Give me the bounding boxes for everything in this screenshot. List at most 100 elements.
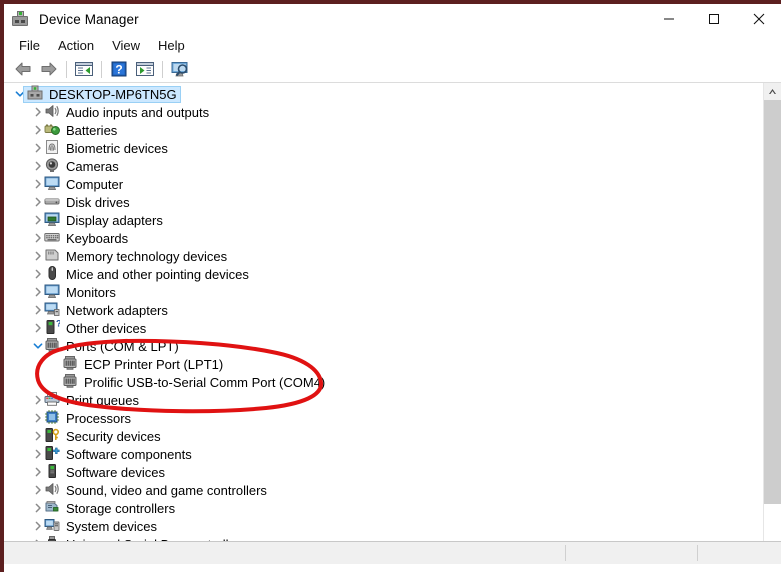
tree-item[interactable]: ECP Printer Port (LPT1) xyxy=(4,355,764,373)
tree-item[interactable]: Software components xyxy=(4,445,764,463)
console-tree-icon[interactable] xyxy=(71,57,97,81)
menu-help[interactable]: Help xyxy=(149,36,194,55)
chevron-right-icon[interactable] xyxy=(31,463,44,481)
software-component-icon xyxy=(44,445,62,463)
tree-item-label: DESKTOP-MP6TN5G xyxy=(49,86,177,102)
tree-item[interactable]: Software devices xyxy=(4,463,764,481)
menu-action[interactable]: Action xyxy=(49,36,103,55)
properties-panel-icon[interactable] xyxy=(132,57,158,81)
tree-item[interactable]: Sound, video and game controllers xyxy=(4,481,764,499)
chevron-right-icon[interactable] xyxy=(31,283,44,301)
question-mark-icon[interactable]: ? xyxy=(106,57,132,81)
tree-item-label: Memory technology devices xyxy=(66,248,228,264)
printer-icon xyxy=(44,391,62,409)
toolbar: ? xyxy=(4,56,781,83)
chevron-right-icon[interactable] xyxy=(31,517,44,535)
chevron-right-icon[interactable] xyxy=(31,265,44,283)
system-device-icon xyxy=(44,517,62,535)
chevron-down-icon[interactable] xyxy=(31,337,44,355)
close-button[interactable] xyxy=(736,4,781,34)
device-manager-window: Device Manager File Action View Help ? D… xyxy=(0,0,781,572)
storage-controller-icon xyxy=(44,499,62,517)
tree-item[interactable]: Ports (COM & LPT) xyxy=(4,337,764,355)
monitor-scan-icon[interactable] xyxy=(167,57,193,81)
forward-arrow-icon[interactable] xyxy=(36,57,62,81)
tree-item[interactable]: Computer xyxy=(4,175,764,193)
tree-item[interactable]: Batteries xyxy=(4,121,764,139)
title-bar: Device Manager xyxy=(4,4,781,34)
tree-item[interactable]: Print queues xyxy=(4,391,764,409)
minimize-button[interactable] xyxy=(646,4,691,34)
chevron-right-icon[interactable] xyxy=(31,247,44,265)
chevron-right-icon[interactable] xyxy=(31,211,44,229)
chevron-right-icon[interactable] xyxy=(31,445,44,463)
chevron-right-icon[interactable] xyxy=(31,409,44,427)
chevron-right-icon[interactable] xyxy=(31,499,44,517)
tree-item[interactable]: ? Other devices xyxy=(4,319,764,337)
tree-item-label: Biometric devices xyxy=(66,140,168,156)
chevron-right-icon[interactable] xyxy=(31,175,44,193)
tree-item[interactable]: Memory technology devices xyxy=(4,247,764,265)
fingerprint-icon xyxy=(44,139,62,157)
device-tree[interactable]: DESKTOP-MP6TN5G Audio inputs and outputs B… xyxy=(4,83,764,541)
tree-item[interactable]: Monitors xyxy=(4,283,764,301)
chevron-right-icon[interactable] xyxy=(31,229,44,247)
chevron-right-icon[interactable] xyxy=(31,157,44,175)
scroll-up-icon[interactable] xyxy=(764,83,781,100)
tree-item-label: Audio inputs and outputs xyxy=(66,104,210,120)
status-divider xyxy=(565,545,566,561)
tree-item[interactable]: DESKTOP-MP6TN5G xyxy=(4,85,764,103)
tree-item[interactable]: System devices xyxy=(4,517,764,535)
chevron-right-icon[interactable] xyxy=(31,535,44,541)
port-icon xyxy=(62,355,80,373)
menu-file[interactable]: File xyxy=(10,36,49,55)
tree-item[interactable]: Prolific USB-to-Serial Comm Port (COM4) xyxy=(4,373,764,391)
tree-item-label: Display adapters xyxy=(66,212,163,228)
svg-text:?: ? xyxy=(115,63,122,77)
software-device-icon xyxy=(44,463,62,481)
toolbar-separator xyxy=(101,60,102,78)
chevron-right-icon[interactable] xyxy=(31,427,44,445)
disk-drive-icon xyxy=(44,193,62,211)
display-adapter-icon xyxy=(44,211,62,229)
tree-item-label: Monitors xyxy=(66,284,116,300)
chevron-right-icon[interactable] xyxy=(31,121,44,139)
tree-item[interactable]: Biometric devices xyxy=(4,139,764,157)
chevron-right-icon[interactable] xyxy=(31,301,44,319)
menu-view[interactable]: View xyxy=(103,36,149,55)
scrollbar-thumb[interactable] xyxy=(764,100,781,504)
device-manager-icon xyxy=(11,10,29,28)
monitor-icon xyxy=(44,283,62,301)
tree-item[interactable]: Disk drives xyxy=(4,193,764,211)
tree-item-label: Ports (COM & LPT) xyxy=(66,338,179,354)
tree-item[interactable]: Cameras xyxy=(4,157,764,175)
tree-item[interactable]: Network adapters xyxy=(4,301,764,319)
tree-item[interactable]: Storage controllers xyxy=(4,499,764,517)
tree-item[interactable]: Mice and other pointing devices xyxy=(4,265,764,283)
svg-text:?: ? xyxy=(56,319,60,329)
chevron-right-icon[interactable] xyxy=(31,481,44,499)
status-divider xyxy=(697,545,698,561)
tree-item-label: Processors xyxy=(66,410,132,426)
tree-item[interactable]: Universal Serial Bus controllers xyxy=(4,535,764,541)
back-arrow-icon[interactable] xyxy=(10,57,36,81)
tree-item[interactable]: Display adapters xyxy=(4,211,764,229)
device-tree-pane: DESKTOP-MP6TN5G Audio inputs and outputs B… xyxy=(4,83,781,542)
tree-item-label: Universal Serial Bus controllers xyxy=(66,536,247,542)
chevron-right-icon[interactable] xyxy=(31,139,44,157)
tree-item[interactable]: Keyboards xyxy=(4,229,764,247)
tree-item-label: ECP Printer Port (LPT1) xyxy=(84,356,224,372)
chevron-right-icon[interactable] xyxy=(31,391,44,409)
computer-device-icon xyxy=(27,85,45,103)
tree-item-label: Cameras xyxy=(66,158,119,174)
monitor-icon xyxy=(44,175,62,193)
tree-item[interactable]: Processors xyxy=(4,409,764,427)
tree-item[interactable]: Audio inputs and outputs xyxy=(4,103,764,121)
chevron-right-icon[interactable] xyxy=(31,319,44,337)
vertical-scrollbar[interactable] xyxy=(763,83,781,541)
unknown-device-icon: ? xyxy=(44,319,62,337)
chevron-right-icon[interactable] xyxy=(31,193,44,211)
chevron-right-icon[interactable] xyxy=(31,103,44,121)
maximize-button[interactable] xyxy=(691,4,736,34)
tree-item[interactable]: Security devices xyxy=(4,427,764,445)
